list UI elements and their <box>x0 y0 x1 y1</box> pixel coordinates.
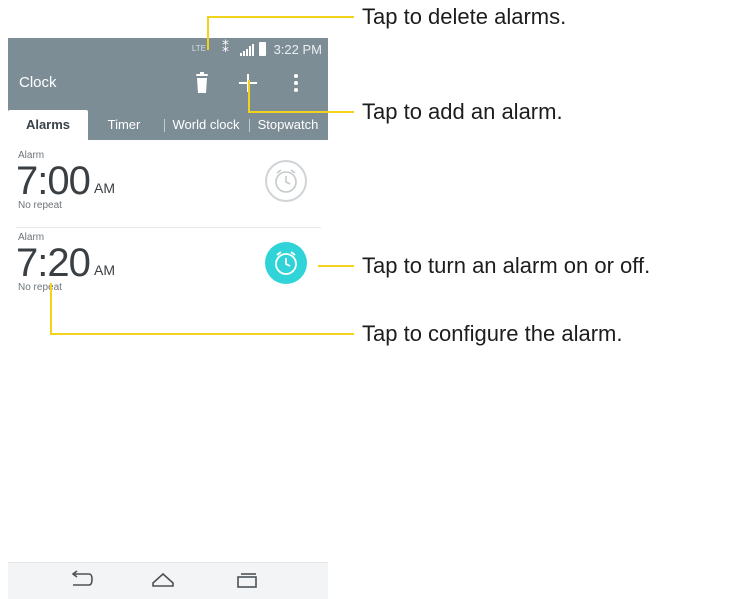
action-bar: Clock <box>8 62 328 110</box>
alarm-repeat: No repeat <box>18 200 62 211</box>
configure-callout-line <box>50 283 52 334</box>
tab-timer[interactable]: Timer <box>92 110 156 140</box>
alarm-time: 7:00 <box>16 159 91 203</box>
signal-icon <box>240 44 254 56</box>
back-icon[interactable] <box>68 569 94 591</box>
configure-callout-line <box>50 333 354 335</box>
configure-callout-text: Tap to configure the alarm. <box>362 321 623 346</box>
delete-callout-line <box>207 16 209 50</box>
delete-callout-line <box>207 16 354 18</box>
phone-screen: LTE ⁑ 3:22 PM Clock Alarms Timer World c… <box>8 38 328 599</box>
overflow-menu-icon[interactable] <box>292 72 300 94</box>
alarm-item[interactable]: Alarm 7:20 AM No repeat <box>8 232 328 308</box>
app-title: Clock <box>19 74 57 91</box>
alarm-toggle-off-icon[interactable] <box>264 159 308 203</box>
alarm-time: 7:20 <box>16 241 91 285</box>
trash-icon[interactable] <box>194 72 210 94</box>
delete-callout-text: Tap to delete alarms. <box>362 4 567 29</box>
navigation-bar <box>8 562 328 599</box>
network-indicator: LTE <box>191 44 206 53</box>
toggle-callout-line <box>318 265 354 267</box>
battery-icon <box>259 42 266 56</box>
status-time: 3:22 PM <box>273 42 322 57</box>
list-divider <box>16 227 321 228</box>
toggle-callout-text: Tap to turn an alarm on or off. <box>362 253 651 278</box>
tab-alarms[interactable]: Alarms <box>8 110 88 140</box>
sync-icon: ⁑ <box>222 39 229 55</box>
add-callout-line <box>248 80 250 112</box>
tab-bar: Alarms Timer World clock Stopwatch <box>8 110 328 140</box>
alarm-repeat: No repeat <box>18 282 62 293</box>
alarm-ampm: AM <box>94 180 115 196</box>
recents-icon[interactable] <box>234 569 260 591</box>
add-callout-text: Tap to add an alarm. <box>362 99 563 124</box>
alarm-ampm: AM <box>94 262 115 278</box>
alarm-toggle-on-icon[interactable] <box>264 241 308 285</box>
home-icon[interactable] <box>150 569 176 591</box>
tab-stopwatch[interactable]: Stopwatch <box>250 110 326 140</box>
add-callout-line <box>248 111 354 113</box>
tab-world-clock[interactable]: World clock <box>165 110 247 140</box>
alarm-item[interactable]: Alarm 7:00 AM No repeat <box>8 150 328 226</box>
status-bar: LTE ⁑ 3:22 PM <box>8 38 328 62</box>
